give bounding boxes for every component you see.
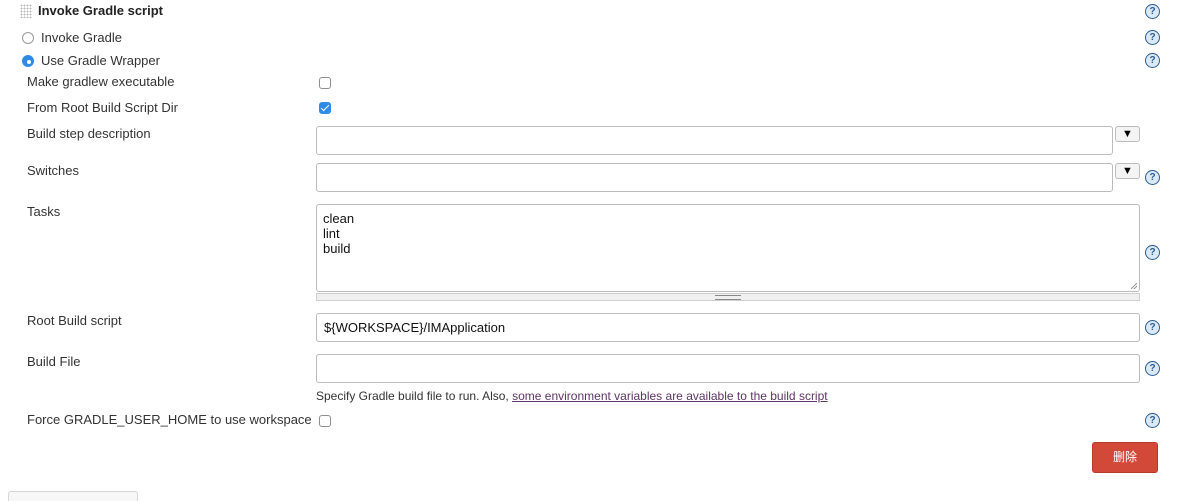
radio-use-gradle-wrapper[interactable]	[22, 55, 34, 67]
tasks-line: build	[323, 241, 351, 256]
radio-invoke-gradle[interactable]	[22, 32, 34, 44]
build-file-hint-text: Specify Gradle build file to run. Also,	[316, 389, 513, 403]
radio-label-invoke-gradle: Invoke Gradle	[41, 30, 122, 45]
build-file-hint: Specify Gradle build file to run. Also, …	[316, 389, 828, 403]
from-root-build-script-dir-checkbox[interactable]	[319, 102, 331, 114]
section-title: Invoke Gradle script	[38, 3, 163, 18]
build-file-input[interactable]	[316, 354, 1140, 383]
switches-dropdown-button[interactable]: ▼	[1115, 163, 1140, 179]
next-section-edge	[8, 491, 138, 501]
help-icon-invoke-gradle[interactable]: ?	[1145, 30, 1160, 45]
help-icon-root-build-script[interactable]: ?	[1145, 320, 1160, 335]
radio-label-use-gradle-wrapper: Use Gradle Wrapper	[41, 53, 160, 68]
build-step-description-dropdown-button[interactable]: ▼	[1115, 126, 1140, 142]
switches-input[interactable]	[316, 163, 1113, 192]
force-gradle-user-home-checkbox[interactable]	[319, 415, 331, 427]
help-icon-switches[interactable]: ?	[1145, 170, 1160, 185]
drag-handle-icon[interactable]	[20, 4, 32, 18]
environment-variables-link[interactable]: some environment variables are available…	[512, 389, 828, 403]
from-root-build-script-dir-label: From Root Build Script Dir	[27, 100, 178, 115]
help-icon-section[interactable]: ?	[1145, 4, 1160, 19]
root-build-script-label: Root Build script	[27, 313, 122, 328]
resize-grip-icon[interactable]	[1131, 283, 1137, 289]
switches-label: Switches	[27, 163, 80, 178]
make-gradlew-executable-checkbox[interactable]	[319, 77, 331, 89]
root-build-script-input[interactable]: ${WORKSPACE}/IMApplication	[316, 313, 1140, 342]
help-icon-use-gradle-wrapper[interactable]: ?	[1145, 53, 1160, 68]
help-icon-tasks[interactable]: ?	[1145, 245, 1160, 260]
help-icon-force-gradle-user-home[interactable]: ?	[1145, 413, 1160, 428]
force-gradle-user-home-label: Force GRADLE_USER_HOME to use workspace	[27, 412, 312, 427]
delete-button[interactable]: 删除	[1092, 442, 1158, 473]
help-icon-build-file[interactable]: ?	[1145, 361, 1160, 376]
tasks-line: lint	[323, 226, 340, 241]
build-file-label: Build File	[27, 354, 81, 369]
build-step-description-label: Build step description	[27, 126, 151, 141]
tasks-expand-handle[interactable]	[316, 293, 1140, 301]
build-step-description-input[interactable]	[316, 126, 1113, 155]
tasks-textarea[interactable]: clean lint build	[316, 204, 1140, 292]
tasks-line: clean	[323, 211, 355, 226]
tasks-label: Tasks	[27, 204, 61, 219]
make-gradlew-executable-label: Make gradlew executable	[27, 74, 175, 89]
